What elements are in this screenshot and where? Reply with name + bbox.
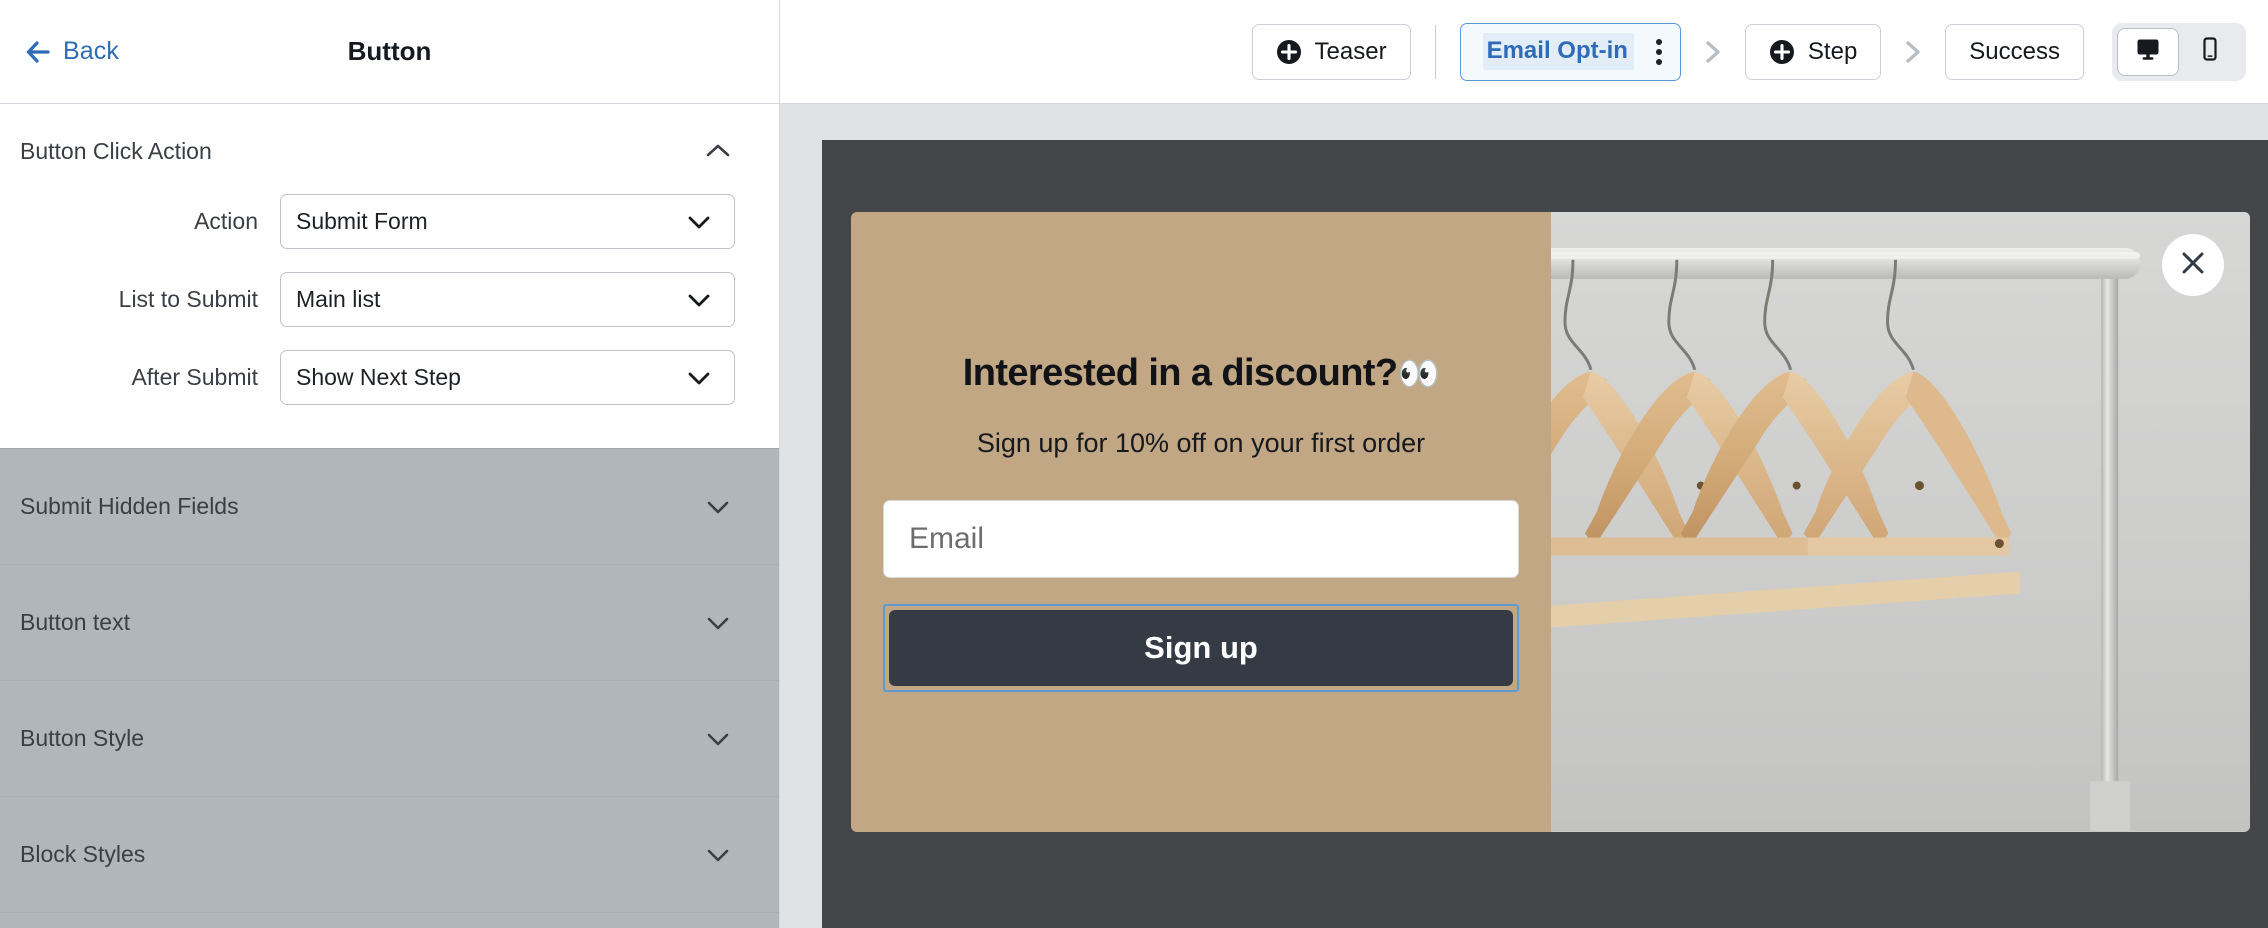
back-button[interactable]: Back [24,37,119,66]
step-chip-success[interactable]: Success [1945,23,2084,80]
collapsed-sections: Submit Hidden Fields Button text Button … [0,448,779,928]
field-label-after-submit: After Submit [131,364,258,390]
chevron-right-icon [1899,37,1927,67]
section-title: Button Style [20,725,145,751]
mobile-icon [2196,35,2224,68]
more-vertical-icon[interactable] [1644,33,1674,71]
eyes-emoji: 👀 [1397,355,1440,393]
section-title: Submit Hidden Fields [20,493,239,519]
desktop-view-button[interactable] [2117,27,2179,76]
close-popup-button[interactable] [2162,234,2224,296]
field-label-list-to-submit: List to Submit [118,286,258,312]
field-label-action: Action [194,208,258,234]
chevron-down-icon[interactable] [701,606,735,640]
button-click-action-header[interactable]: Button Click Action [0,104,779,194]
chevron-down-icon [682,205,716,239]
popup-subheading: Sign up for 10% off on your first order [976,428,1426,458]
settings-sidebar: Back Button Button Click Action Action S… [0,0,780,928]
popup-preview: Interested in a discount?👀 Sign up for 1… [851,212,2250,832]
signup-button-selection-outline: Sign up [883,604,1519,692]
field-row-after-submit: After Submit Show Next Step [0,350,779,405]
signup-button[interactable]: Sign up [889,610,1513,686]
section-submit-hidden-fields[interactable]: Submit Hidden Fields [0,449,779,565]
teaser-label: Teaser [1314,37,1387,65]
sidebar-header: Back Button [0,0,779,104]
chevron-down-icon [682,361,716,395]
email-placeholder: Email [909,522,985,555]
list-to-submit-select[interactable]: Main list [280,272,735,327]
field-row-list-to-submit: List to Submit Main list [0,272,779,327]
step-label: Step [1807,37,1858,65]
popup-content-side: Interested in a discount?👀 Sign up for 1… [851,212,1551,832]
popup-heading-text: Interested in a discount? [962,352,1398,394]
popup-heading: Interested in a discount?👀 [883,352,1519,395]
add-step-button[interactable]: Step [1744,23,1882,80]
add-teaser-button[interactable]: Teaser [1251,23,1411,80]
signup-button-label: Sign up [1144,630,1258,665]
app-root: Back Button Button Click Action Action S… [0,0,2268,928]
chevron-down-icon[interactable] [701,722,735,756]
after-submit-select[interactable]: Show Next Step [280,350,735,405]
hanger-photo [1551,212,2250,832]
chevron-down-icon[interactable] [701,490,735,524]
arrow-left-icon [24,38,52,66]
section-button-text[interactable]: Button text [0,565,779,681]
action-select[interactable]: Submit Form [280,194,735,249]
editor-main: Teaser Email Opt-in Step Success Interes… [780,0,2268,928]
section-button-style[interactable]: Button Style [0,681,779,797]
editor-toolbar: Teaser Email Opt-in Step Success [780,0,2268,104]
step-chip-email-opt-in[interactable]: Email Opt-in [1459,22,1681,81]
section-title: Block Styles [20,841,146,867]
chevron-up-icon[interactable] [701,134,735,168]
success-label: Success [1969,37,2060,65]
close-icon [2178,248,2208,283]
back-label: Back [63,37,119,65]
popup-image-side[interactable]: Side Image [1551,212,2250,832]
section-title: Button text [20,609,130,635]
section-block-styles[interactable]: Block Styles [0,797,779,913]
device-preview-toggle [2112,22,2246,81]
email-input[interactable]: Email [883,500,1519,578]
toolbar-divider [1434,24,1436,79]
preview-stage: Interested in a discount?👀 Sign up for 1… [822,140,2268,928]
mobile-view-button[interactable] [2179,28,2241,76]
plus-circle-icon [1276,39,1302,65]
step-chip-label: Email Opt-in [1482,33,1634,70]
chevron-down-icon[interactable] [701,838,735,872]
button-click-action-section: Button Click Action Action Submit Form L… [0,104,779,462]
after-submit-select-value: Show Next Step [296,364,461,390]
desktop-icon [2134,35,2162,68]
chevron-down-icon [682,283,716,317]
plus-circle-icon [1769,39,1795,65]
list-to-submit-select-value: Main list [296,286,381,312]
action-select-value: Submit Form [296,208,428,234]
preview-canvas: Interested in a discount?👀 Sign up for 1… [780,104,2268,928]
field-row-action: Action Submit Form [0,194,779,249]
section-title: Button Click Action [20,137,212,164]
chevron-right-icon [1699,37,1727,67]
